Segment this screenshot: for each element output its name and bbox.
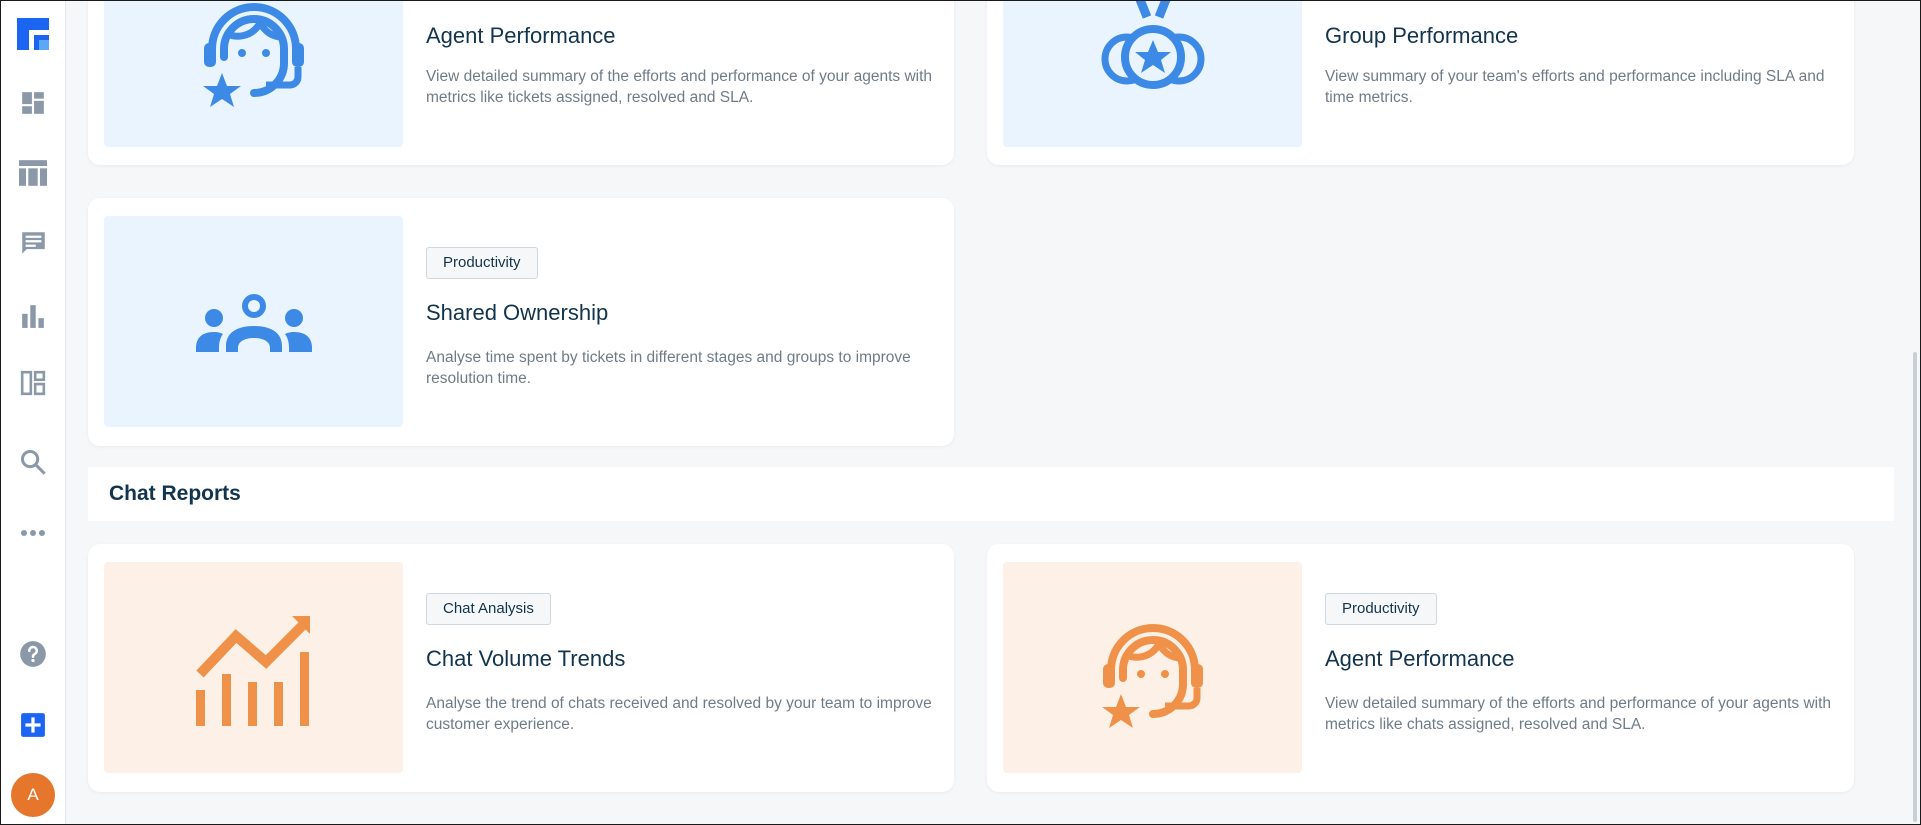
avatar[interactable]: A [11, 773, 55, 817]
analytics-bar-chart-icon[interactable] [13, 296, 53, 336]
help-question-icon[interactable] [13, 634, 53, 674]
report-card-shared-ownership[interactable]: Productivity Shared Ownership Analyse ti… [88, 198, 954, 446]
report-card-agent-performance[interactable]: Agent Performance View detailed summary … [88, 0, 954, 165]
card-illustration [1003, 562, 1302, 773]
avatar-letter: A [27, 785, 39, 804]
section-title-chat-reports: Chat Reports [88, 467, 1894, 521]
category-tag: Chat Analysis [426, 593, 551, 625]
conversations-icon[interactable] [13, 223, 53, 263]
layout-panels-icon[interactable] [13, 363, 53, 403]
card-title: Agent Performance [426, 23, 616, 48]
card-title: Agent Performance [1325, 646, 1515, 671]
group-people-icon [195, 293, 312, 352]
section-title: Chat Reports [109, 482, 241, 505]
card-description: View detailed summary of the efforts and… [1325, 695, 1832, 733]
card-title: Shared Ownership [426, 300, 609, 325]
card-description: View summary of your team's efforts and … [1325, 68, 1825, 106]
medal-icon [1101, 0, 1204, 89]
card-illustration [1003, 0, 1302, 147]
report-card-chat-volume-trends[interactable]: Chat Analysis Chat Volume Trends Analyse… [88, 544, 954, 792]
card-description: Analyse the trend of chats received and … [426, 695, 932, 733]
card-illustration [104, 0, 403, 147]
trend-chart-icon [195, 615, 310, 726]
scrollbar-thumb[interactable] [1913, 352, 1917, 822]
add-new-icon[interactable] [13, 705, 53, 745]
sidebar: A [0, 0, 66, 825]
search-icon[interactable] [13, 442, 53, 482]
card-title: Chat Volume Trends [426, 646, 626, 671]
agent-headset-icon [1101, 623, 1203, 728]
card-illustration [104, 562, 403, 773]
card-description: Analyse time spent by tickets in differe… [426, 349, 911, 387]
category-tag: Productivity [1325, 593, 1437, 625]
report-card-group-performance[interactable]: Group Performance View summary of your t… [987, 0, 1854, 165]
more-dots-icon[interactable] [13, 513, 53, 553]
card-title: Group Performance [1325, 23, 1519, 48]
agent-headset-icon [202, 2, 304, 107]
freshdesk-logo-icon[interactable] [13, 14, 53, 54]
tickets-table-icon[interactable] [13, 153, 53, 193]
category-tag: Productivity [426, 247, 538, 279]
card-description: View detailed summary of the efforts and… [426, 68, 933, 106]
report-card-chat-agent-performance[interactable]: Productivity Agent Performance View deta… [987, 544, 1854, 792]
dashboard-icon[interactable] [13, 83, 53, 123]
card-illustration [104, 216, 403, 427]
